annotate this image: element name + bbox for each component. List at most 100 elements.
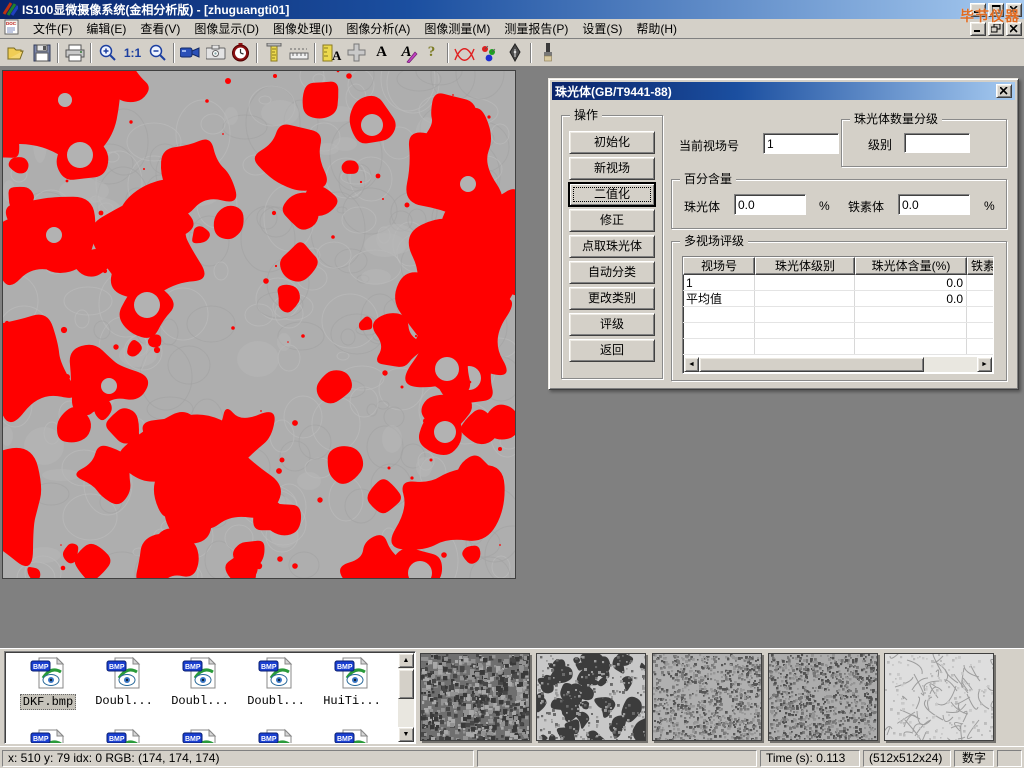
- menu-file[interactable]: 文件(F): [26, 18, 79, 39]
- status-time: Time (s): 0.113: [760, 750, 860, 767]
- multifield-table[interactable]: 视场号 珠光体级别 珠光体含量(%) 铁素体 1 0.0 平均值 0.0: [682, 256, 994, 374]
- thumbnail-4[interactable]: [768, 653, 878, 741]
- markers-icon[interactable]: [477, 41, 502, 65]
- scroll-right-icon[interactable]: ►: [977, 357, 992, 372]
- file-list-scrollbar[interactable]: ▲ ▼: [398, 653, 414, 742]
- file-name[interactable]: DKF.bmp: [20, 694, 76, 710]
- timer-icon[interactable]: [228, 41, 253, 65]
- file-item[interactable]: BMPDKF.bmp: [13, 656, 83, 710]
- col-pearlite-content[interactable]: 珠光体含量(%): [855, 257, 967, 275]
- dialog-close-icon[interactable]: [996, 84, 1012, 98]
- file-item[interactable]: BMPDoubl...: [241, 656, 311, 708]
- table-horizontal-scrollbar[interactable]: ◄ ►: [684, 357, 992, 372]
- pearlite-percent-input[interactable]: [734, 194, 806, 215]
- cell-field: 1: [683, 275, 755, 290]
- document-icon[interactable]: DOC: [4, 19, 20, 38]
- help-icon[interactable]: ?: [419, 41, 444, 65]
- file-browser[interactable]: BMPDKF.bmp BMPDoubl... BMPDoubl... BMPDo…: [4, 651, 416, 744]
- app-icon: [2, 1, 18, 19]
- title-bar: IS100显微摄像系统(金相分析版) - [zhuguangti01]: [0, 0, 1024, 19]
- file-item[interactable]: BMP: [241, 728, 311, 744]
- svg-text:BMP: BMP: [185, 664, 201, 671]
- text-icon[interactable]: A: [369, 41, 394, 65]
- file-item[interactable]: BMPDoubl...: [89, 656, 159, 708]
- scrollbar-thumb[interactable]: [699, 357, 924, 372]
- init-button[interactable]: 初始化: [569, 131, 655, 154]
- table-row[interactable]: 1 0.0: [683, 275, 993, 291]
- file-name[interactable]: Doubl...: [93, 694, 155, 708]
- file-name[interactable]: Doubl...: [245, 694, 307, 708]
- file-item[interactable]: BMP Doubl...: [165, 656, 235, 708]
- binarize-button[interactable]: 二值化: [569, 183, 655, 206]
- cell-grade: [755, 291, 855, 306]
- scroll-down-icon[interactable]: ▼: [398, 727, 414, 742]
- scroll-left-icon[interactable]: ◄: [684, 357, 699, 372]
- svg-text:DOC: DOC: [6, 21, 17, 26]
- menu-image-display[interactable]: 图像显示(D): [187, 18, 266, 39]
- menu-image-processing[interactable]: 图像处理(I): [266, 18, 339, 39]
- menu-measure-report[interactable]: 测量报告(P): [497, 18, 575, 39]
- table-row[interactable]: 平均值 0.0: [683, 291, 993, 307]
- current-field-label: 当前视场号: [679, 137, 739, 154]
- toolbar-separator: [447, 43, 449, 63]
- zoom-in-icon[interactable]: [95, 41, 120, 65]
- ruler-icon[interactable]: [286, 41, 311, 65]
- brush-icon[interactable]: [535, 41, 560, 65]
- print-icon[interactable]: [62, 41, 87, 65]
- open-icon[interactable]: [4, 41, 29, 65]
- grade-group: 珠光体数量分级 级别: [841, 119, 1007, 167]
- metallograph-image[interactable]: [2, 70, 516, 579]
- move-icon[interactable]: [344, 41, 369, 65]
- thumbnail-5[interactable]: [884, 653, 994, 741]
- menu-settings[interactable]: 设置(S): [575, 18, 629, 39]
- toolbar-separator: [173, 43, 175, 63]
- rate-button[interactable]: 评级: [569, 313, 655, 336]
- thumbnail-2[interactable]: [536, 653, 646, 741]
- thumbnail-3[interactable]: [652, 653, 762, 741]
- menu-view[interactable]: 查看(V): [133, 18, 187, 39]
- dialog-title-bar[interactable]: 珠光体(GB/T9441-88): [552, 82, 1015, 100]
- ferrite-percent-input[interactable]: [898, 194, 970, 215]
- zoom-out-icon[interactable]: [145, 41, 170, 65]
- percent-group: 百分含量 珠光体 % 铁素体 %: [671, 179, 1007, 229]
- caliper-icon[interactable]: [261, 41, 286, 65]
- menu-image-measure[interactable]: 图像测量(M): [417, 18, 497, 39]
- spline-icon[interactable]: [452, 41, 477, 65]
- col-field-number[interactable]: 视场号: [683, 257, 755, 275]
- change-class-button[interactable]: 更改类别: [569, 287, 655, 310]
- auto-classify-button[interactable]: 自动分类: [569, 261, 655, 284]
- toolbar-separator: [314, 43, 316, 63]
- menu-help[interactable]: 帮助(H): [629, 18, 684, 39]
- file-name[interactable]: Doubl...: [169, 694, 231, 708]
- menu-edit[interactable]: 编辑(E): [79, 18, 133, 39]
- scroll-up-icon[interactable]: ▲: [398, 653, 414, 668]
- scrollbar-thumb[interactable]: [398, 669, 414, 699]
- file-item[interactable]: BMP: [13, 728, 83, 744]
- toolbar-separator: [90, 43, 92, 63]
- menu-image-analysis[interactable]: 图像分析(A): [339, 18, 417, 39]
- measure-label-icon[interactable]: A: [319, 41, 344, 65]
- pick-pearlite-button[interactable]: 点取珠光体: [569, 235, 655, 258]
- file-item[interactable]: BMP: [317, 728, 387, 744]
- table-row-empty: [683, 323, 993, 339]
- pen-icon[interactable]: [502, 41, 527, 65]
- col-pearlite-grade[interactable]: 珠光体级别: [755, 257, 855, 275]
- correct-button[interactable]: 修正: [569, 209, 655, 232]
- camera-icon[interactable]: [203, 41, 228, 65]
- file-item[interactable]: BMP: [89, 728, 159, 744]
- status-position: x: 510 y: 79 idx: 0 RGB: (174, 174, 174): [2, 750, 474, 767]
- file-item[interactable]: BMPHuiTi...: [317, 656, 387, 708]
- video-capture-icon[interactable]: [178, 41, 203, 65]
- grade-input[interactable]: [904, 133, 970, 153]
- current-field-input[interactable]: [763, 133, 839, 154]
- new-field-button[interactable]: 新视场: [569, 157, 655, 180]
- status-mode: 数字: [954, 750, 994, 767]
- actual-size-icon[interactable]: 1:1: [120, 41, 145, 65]
- thumbnail-1[interactable]: [420, 653, 530, 741]
- text-edit-icon[interactable]: A: [394, 41, 419, 65]
- col-ferrite[interactable]: 铁素体: [967, 257, 994, 275]
- return-button[interactable]: 返回: [569, 339, 655, 362]
- file-name[interactable]: HuiTi...: [321, 694, 383, 708]
- save-icon[interactable]: [29, 41, 54, 65]
- file-item[interactable]: BMP: [165, 728, 235, 744]
